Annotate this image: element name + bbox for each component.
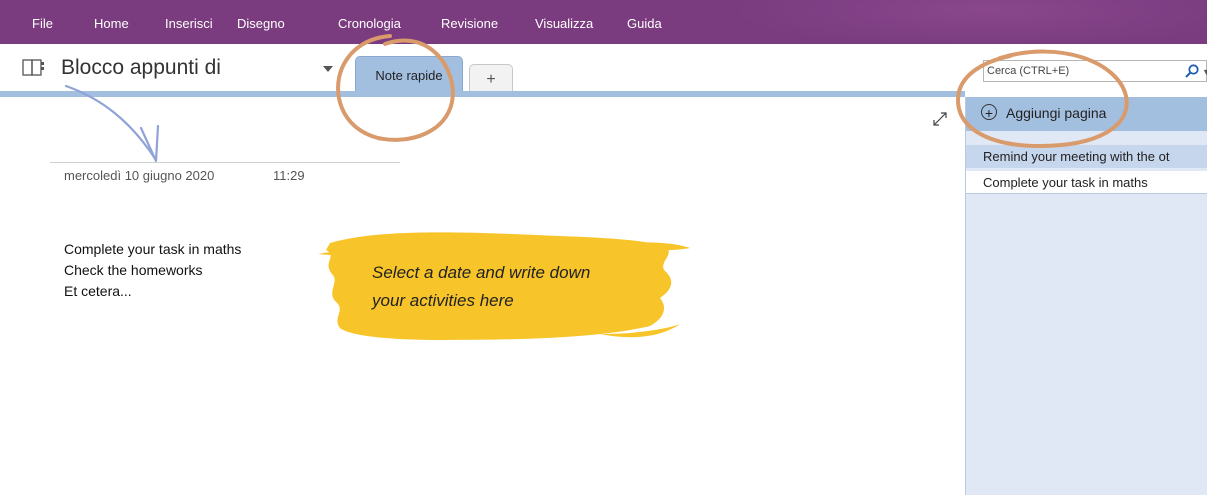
annotation-line: your activities here	[372, 291, 514, 310]
menu-revisione[interactable]: Revisione	[441, 0, 498, 44]
tab-note-rapide[interactable]: Note rapide	[355, 56, 463, 93]
note-date: mercoledì 10 giugno 2020	[64, 168, 215, 183]
plus-circle-icon: +	[981, 104, 997, 121]
note-time: 11:29	[273, 168, 305, 183]
search-options-chevron-icon[interactable]: ▼	[1202, 67, 1207, 77]
expand-icon[interactable]	[932, 111, 948, 127]
note-line: Et cetera...	[64, 283, 132, 299]
annotation-text: Select a date and write down your activi…	[372, 259, 590, 315]
menubar-decoration	[727, 0, 1207, 44]
page-item[interactable]: Complete your task in maths	[966, 171, 1207, 194]
menu-cronologia[interactable]: Cronologia	[338, 0, 401, 44]
page-list-panel: + Aggiungi pagina Remind your meeting wi…	[965, 97, 1207, 495]
menu-home[interactable]: Home	[94, 0, 129, 44]
menu-guida[interactable]: Guida	[627, 0, 662, 44]
menu-file[interactable]: File	[32, 0, 53, 44]
notebook-icon[interactable]	[22, 59, 46, 76]
add-section-tab[interactable]: +	[469, 64, 513, 93]
arrow-head	[139, 124, 160, 163]
note-line: Complete your task in maths	[64, 241, 242, 257]
note-line: Check the homeworks	[64, 262, 203, 278]
search-box[interactable]: ▼	[983, 60, 1207, 82]
menu-visualizza[interactable]: Visualizza	[535, 0, 593, 44]
menu-disegno[interactable]: Disegno	[237, 0, 285, 44]
menu-bar: File Home Inserisci Disegno Cronologia R…	[0, 0, 1207, 44]
page-item[interactable]: Remind your meeting with the ot	[966, 145, 1207, 168]
add-page-button[interactable]: + Aggiungi pagina	[966, 97, 1207, 131]
arrow-line	[64, 84, 158, 162]
note-title-line	[50, 162, 400, 163]
add-page-label: Aggiungi pagina	[1006, 105, 1107, 121]
search-icon[interactable]	[1184, 63, 1200, 79]
menu-inserisci[interactable]: Inserisci	[165, 0, 213, 44]
section-color-strip	[0, 91, 965, 97]
notebook-dropdown-icon[interactable]	[323, 66, 333, 72]
search-input[interactable]	[985, 62, 1179, 80]
annotation-line: Select a date and write down	[372, 263, 591, 282]
note-body[interactable]: Complete your task in maths Check the ho…	[64, 239, 241, 302]
notebook-title[interactable]: Blocco appunti di	[61, 55, 221, 81]
